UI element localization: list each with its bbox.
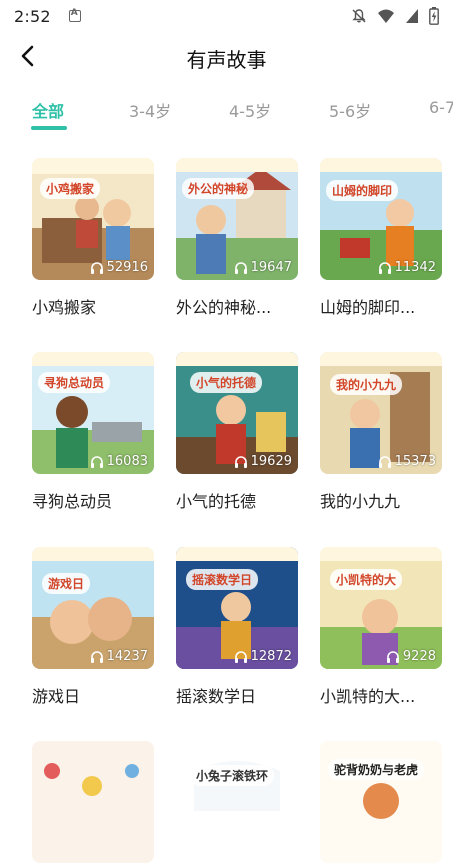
book-card[interactable]: 小鸡搬家 52916 小鸡搬家 [32, 158, 154, 318]
play-count-value: 19629 [250, 454, 292, 469]
book-cover: 我的小九九 15373 [320, 352, 442, 474]
play-count: 16083 [90, 454, 148, 469]
book-cover: 小凯特的大 9228 [320, 547, 442, 669]
book-cover: 摇滚数学日 12872 [176, 547, 298, 669]
cover-title: 小凯特的大 [330, 569, 403, 590]
book-card[interactable]: 摇滚数学日 12872 摇滚数学日 [176, 547, 298, 707]
cover-title: 小气的托德 [190, 372, 263, 393]
cover-title: 我的小九九 [330, 374, 403, 395]
cover-title: 驼背奶奶与老虎 [328, 759, 425, 780]
play-count: 14237 [90, 649, 148, 664]
tab-4-5[interactable]: 4-5岁 [229, 98, 271, 122]
signal-icon [406, 9, 418, 23]
cover-title: 山姆的脚印 [326, 180, 399, 201]
play-count: 52916 [90, 260, 148, 275]
headphones-icon [234, 455, 247, 468]
play-count: 9228 [386, 649, 436, 664]
status-icons [351, 7, 439, 25]
book-cover: 山姆的脚印 11342 [320, 158, 442, 280]
headphones-icon [90, 261, 103, 274]
book-cover: 游戏日 14237 [32, 547, 154, 669]
play-count-value: 12872 [250, 649, 292, 664]
tab-all[interactable]: 全部 [32, 98, 64, 122]
book-cover: 寻狗总动员 16083 [32, 352, 154, 474]
book-title: 山姆的脚印... [320, 298, 416, 317]
book-title: 小鸡搬家 [32, 298, 97, 317]
play-count: 19647 [234, 260, 292, 275]
book-cover: 驼背奶奶与老虎 [320, 741, 442, 863]
play-count-value: 19647 [250, 260, 292, 275]
book-title: 摇滚数学日 [176, 687, 257, 706]
headphones-icon [234, 650, 247, 663]
book-card[interactable]: 山姆的脚印 11342 山姆的脚印... [320, 158, 442, 318]
tab-3-4[interactable]: 3-4岁 [129, 98, 171, 122]
book-card[interactable]: 驼背奶奶与老虎 [320, 741, 442, 863]
book-cover: 小鸡搬家 52916 [32, 158, 154, 280]
headphones-icon [386, 650, 399, 663]
status-bar: 2:52 [0, 0, 453, 32]
header: 有声故事 [0, 32, 453, 80]
cover-title: 寻狗总动员 [38, 372, 111, 393]
book-card[interactable] [32, 741, 154, 863]
cover-title: 小兔子滚铁环 [190, 765, 275, 786]
headphones-icon [378, 261, 391, 274]
app-notification-icon [68, 8, 81, 22]
play-count-value: 16083 [106, 454, 148, 469]
headphones-icon [90, 650, 103, 663]
tab-6-7[interactable]: 6-7 [429, 98, 453, 117]
book-title: 小气的托德 [176, 492, 257, 511]
book-card[interactable]: 小兔子滚铁环 [176, 741, 298, 863]
book-cover: 小兔子滚铁环 [176, 741, 298, 863]
active-tab-indicator [31, 126, 67, 130]
play-count: 15373 [378, 454, 436, 469]
play-count-value: 14237 [106, 649, 148, 664]
wifi-icon [378, 9, 394, 23]
book-title: 我的小九九 [320, 492, 401, 511]
cover-title: 小鸡搬家 [40, 178, 101, 199]
play-count: 11342 [378, 260, 436, 275]
book-cover: 外公的神秘 19647 [176, 158, 298, 280]
book-card[interactable]: 小凯特的大 9228 小凯特的大... [320, 547, 442, 707]
headphones-icon [90, 455, 103, 468]
book-cover: 小气的托德 19629 [176, 352, 298, 474]
book-title: 寻狗总动员 [32, 492, 113, 511]
book-card[interactable]: 小气的托德 19629 小气的托德 [176, 352, 298, 512]
cover-illustration [32, 741, 154, 863]
play-count: 12872 [234, 649, 292, 664]
cover-title: 游戏日 [42, 573, 91, 594]
play-count: 19629 [234, 454, 292, 469]
book-title: 游戏日 [32, 687, 81, 706]
notifications-off-icon [352, 9, 366, 23]
age-tabs: 全部 3-4岁 4-5岁 5-6岁 6-7 [0, 92, 453, 136]
cover-title: 外公的神秘 [182, 178, 255, 199]
book-title: 外公的神秘... [176, 298, 272, 317]
book-card[interactable]: 游戏日 14237 游戏日 [32, 547, 154, 707]
play-count-value: 15373 [394, 454, 436, 469]
book-card[interactable]: 寻狗总动员 16083 寻狗总动员 [32, 352, 154, 512]
page-title: 有声故事 [186, 48, 267, 72]
book-title: 小凯特的大... [320, 687, 416, 706]
play-count-value: 52916 [106, 260, 148, 275]
book-cover [32, 741, 154, 863]
play-count-value: 11342 [394, 260, 436, 275]
book-card[interactable]: 我的小九九 15373 我的小九九 [320, 352, 442, 512]
headphones-icon [234, 261, 247, 274]
tab-5-6[interactable]: 5-6岁 [329, 98, 371, 122]
status-time: 2:52 [14, 6, 51, 26]
headphones-icon [378, 455, 391, 468]
play-count-value: 9228 [402, 649, 436, 664]
book-card[interactable]: 外公的神秘 19647 外公的神秘... [176, 158, 298, 318]
cover-title: 摇滚数学日 [186, 569, 259, 590]
cover-illustration [176, 741, 298, 863]
battery-charging-icon [429, 7, 439, 25]
